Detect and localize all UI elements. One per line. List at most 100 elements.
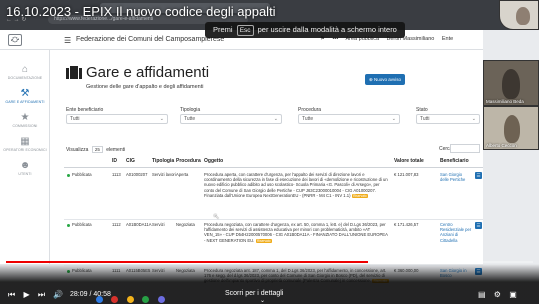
filter-ente-select[interactable]: Tutti ⌄ (66, 114, 168, 124)
app-icon[interactable] (126, 296, 134, 303)
filter-procedura-select[interactable]: Tutte ⌄ (298, 114, 400, 124)
app-icon[interactable] (157, 296, 165, 303)
column-header-valore[interactable]: Valore totale (394, 158, 424, 164)
webcam-thumb: Alberto Ceccon (483, 106, 539, 150)
page-subtitle: Gestione delle gare d'appalto e degli af… (86, 84, 204, 90)
building-icon: ▦ (20, 136, 30, 147)
taskbar-overlay (96, 290, 169, 304)
player-left-controls: ⏮ ▶ ⏭ 🔊 (8, 290, 69, 300)
sidebar-item-documentazione[interactable]: ⌂ DOCUMENTAZIONE (0, 64, 50, 80)
status-badge: Riservato (255, 238, 272, 243)
column-header-tipologia[interactable]: Tipologia (152, 158, 174, 164)
valore-cell: € 121.007,83 (394, 172, 419, 177)
filter-label-procedura: Procedura (298, 107, 322, 113)
video-progress-fill (6, 261, 369, 263)
tipologia-cell: Servizi lavori (152, 172, 176, 177)
header-divider (64, 167, 483, 168)
chevron-down-icon: ⌄ (471, 116, 476, 122)
filter-tipologia-value: Tutte (184, 116, 196, 122)
mouse-pointer-icon: ↖ (213, 212, 220, 221)
column-header-cig[interactable]: CIG (126, 158, 135, 164)
status-cell: Pubblicata (72, 172, 92, 177)
status-cell: Pubblicata (72, 222, 92, 227)
chevron-down-icon[interactable]: ⌄ (260, 297, 265, 304)
oggetto-cell: Procedura aperta, con carattere d'urgenz… (204, 172, 389, 198)
entries-select[interactable]: 25 (91, 146, 103, 153)
search-input[interactable] (450, 144, 480, 153)
screen: ← → ↻ https://www.federazione.../gare-e-… (0, 0, 539, 304)
captions-icon[interactable]: ▤ (478, 290, 486, 299)
chevron-down-icon: ⌄ (391, 116, 396, 122)
entries-prefix: Visualizza (66, 147, 89, 153)
status-dot (67, 224, 70, 227)
esc-key: Esc (236, 25, 254, 36)
page-title: Gare e affidamenti (86, 64, 210, 81)
view-detail-button[interactable]: ☰ (475, 172, 482, 179)
sidebar: ⌂ DOCUMENTAZIONE ⚒ GARE E AFFIDAMENTI ★ … (0, 50, 50, 264)
exit-fullscreen-icon[interactable]: ▣ (509, 290, 517, 299)
settings-icon[interactable]: ⚙ (494, 290, 501, 299)
app-icon[interactable] (96, 296, 103, 303)
next-icon[interactable]: ⏭ (38, 290, 45, 299)
webcam-label: Alberto Ceccon (486, 143, 517, 148)
sidebar-item-gare[interactable]: ⚒ GARE E AFFIDAMENTI (0, 88, 50, 104)
webcam-label: Massimiliano Beda (486, 99, 524, 104)
procedura-cell: Negoziata (176, 222, 195, 227)
scroll-hint[interactable]: Scorri per i dettagli (225, 290, 283, 297)
video-progress-bar[interactable] (6, 261, 533, 263)
cig-cell: A01B0DA11A (126, 222, 152, 227)
logo-icon[interactable]: ⛮ (8, 34, 22, 46)
filter-tipologia-select[interactable]: Tutte ⌄ (180, 114, 282, 124)
oggetto-cell: Procedura negoziata, con carattere d'urg… (204, 222, 389, 243)
column-header-id[interactable]: ID (112, 158, 117, 164)
gavel-icon (66, 66, 82, 79)
id-cell: 1112 (112, 222, 121, 227)
filter-stato-value: Tutti (420, 116, 430, 122)
column-header-oggetto[interactable]: Oggetto (204, 158, 223, 164)
chevron-down-icon: ⌄ (159, 116, 164, 122)
new-notice-label: Nuovo avviso (374, 77, 402, 82)
participant-figure (516, 7, 530, 25)
participant-figure (502, 69, 520, 99)
new-notice-button[interactable]: ⊕ Nuovo avviso (365, 74, 405, 85)
app-icon[interactable] (111, 296, 119, 303)
player-right-controls: ▤ ⚙ ▣ (472, 290, 517, 299)
table-row[interactable]: Pubblicata 1113 A01000207 Servizi lavori… (64, 170, 483, 220)
filter-label-ente: Ente beneficiario (66, 107, 104, 113)
sidebar-item-operatori[interactable]: ▦ OPERATORI ECONOMICI (0, 136, 50, 152)
tipologia-cell: Servizi (152, 222, 165, 227)
sidebar-item-commissioni[interactable]: ★ COMMISSIONI (0, 112, 50, 128)
video-player-controls (0, 264, 539, 304)
valore-cell: € 171.426,57 (394, 222, 419, 227)
entries-suffix: elementi (106, 147, 126, 153)
video-title: 16.10.2023 - EPIX Il nuovo codice degli … (6, 4, 276, 19)
column-header-beneficiario[interactable]: Beneficiario (440, 158, 469, 164)
table-row[interactable]: Pubblicata 1112 A01B0DA11A Servizi Negoz… (64, 220, 483, 266)
beneficiario-link[interactable]: Centro Residenziale per Anziani di Citta… (440, 222, 472, 243)
id-cell: 1113 (112, 172, 121, 177)
chevron-down-icon: ⌄ (273, 116, 278, 122)
fullscreen-notice-suffix: per uscire dalla modalità a schermo inte… (257, 25, 397, 34)
filter-ente-value: Tutti (70, 116, 80, 122)
previous-icon[interactable]: ⏮ (8, 290, 15, 299)
beneficiario-link[interactable]: San Giorgio delle Pertiche (440, 172, 472, 182)
app-icon[interactable] (142, 296, 150, 303)
status-dot (67, 174, 70, 177)
participant-figure (504, 115, 520, 143)
current-time: 28:09 (70, 291, 88, 298)
play-icon[interactable]: ▶ (23, 290, 29, 299)
home-icon: ⌂ (21, 64, 29, 75)
filter-label-tipologia: Tipologia (180, 107, 201, 113)
list-icon: ☰ (476, 223, 481, 228)
sidebar-item-utenti[interactable]: ☻ UTENTI (0, 160, 50, 176)
menu-icon[interactable]: ☰ (64, 36, 71, 45)
lang-label[interactable]: Ente (442, 36, 453, 42)
volume-icon[interactable]: 🔊 (53, 290, 63, 299)
list-icon: ☰ (476, 173, 481, 178)
filter-stato-select[interactable]: Tutti ⌄ (416, 114, 480, 124)
filter-procedura-value: Tutte (302, 116, 314, 122)
users-icon: ☻ (19, 160, 31, 171)
view-detail-button[interactable]: ☰ (475, 222, 482, 229)
column-header-procedura[interactable]: Procedura (176, 158, 201, 164)
status-badge: Riservato (351, 193, 369, 198)
